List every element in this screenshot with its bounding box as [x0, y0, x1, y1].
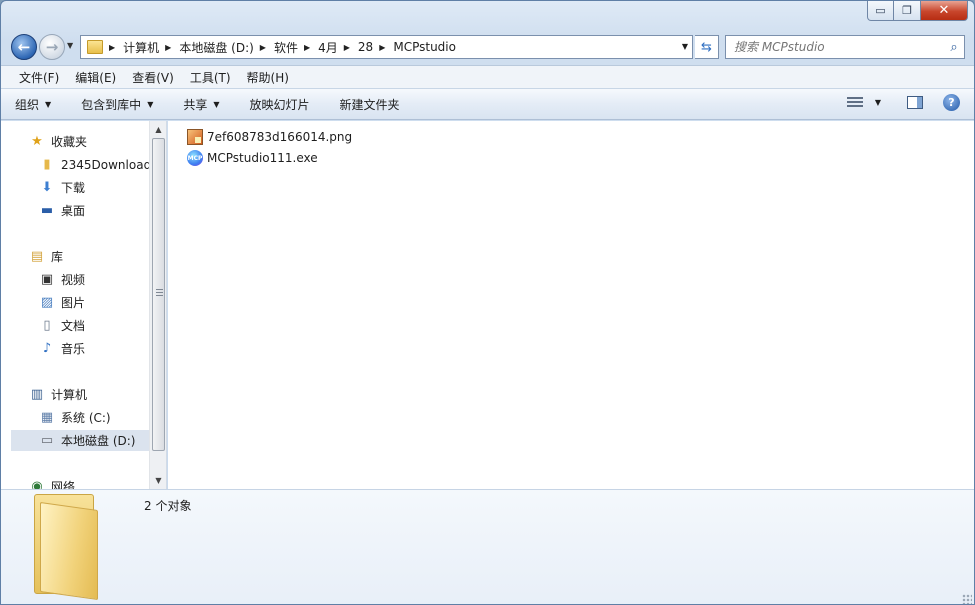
nav-scrollbar[interactable]: ▲ ▼ [149, 121, 166, 489]
folder-icon [87, 40, 103, 54]
breadcrumb-item[interactable]: 计算机 ▶ [123, 39, 179, 56]
document-icon: ▯ [43, 318, 51, 333]
address-dropdown-icon[interactable]: ▼ [682, 42, 688, 51]
recent-pages-dropdown[interactable]: ▼ [67, 41, 73, 50]
refresh-icon: ⇆ [701, 39, 712, 55]
caption-buttons: ▭ ❐ ✕ [867, 1, 968, 21]
nav-favorites[interactable]: ★ 收藏夹 [29, 131, 87, 152]
scroll-up-icon[interactable]: ▲ [150, 121, 166, 138]
details-pane: 2 个对象 [1, 489, 974, 604]
minimize-icon: ▭ [875, 4, 886, 17]
network-icon: ◉ [31, 479, 43, 489]
library-icon: ▤ [30, 249, 44, 264]
view-options-dropdown-icon[interactable]: ▼ [875, 98, 881, 107]
back-button[interactable]: ← [11, 34, 37, 60]
file-list[interactable]: 7ef608783d166014.png MCP MCPstudio111.ex… [168, 121, 974, 489]
new-folder-button[interactable]: 新建文件夹 [340, 96, 400, 113]
search-box[interactable]: ⌕ [725, 35, 965, 59]
preview-pane-icon[interactable] [907, 96, 923, 109]
address-bar[interactable]: ▶ 计算机 ▶ 本地磁盘 (D:) ▶ 软件 ▶ 4月 ▶ 28 ▶ MCPstudio … [80, 35, 693, 59]
list-item[interactable]: MCP MCPstudio111.exe [187, 148, 318, 168]
grip-icon [156, 289, 163, 297]
breadcrumb-item[interactable]: 本地磁盘 (D:) ▶ [179, 39, 274, 56]
breadcrumb-item[interactable]: 28 ▶ [358, 40, 393, 54]
search-input[interactable] [726, 40, 944, 54]
menu-bar: 文件(F) 编辑(E) 查看(V) 工具(T) 帮助(H) [1, 65, 974, 89]
explorer-window: ▭ ❐ ✕ ← → ▼ ▶ 计算机 ▶ 本地磁盘 (D:) ▶ 软件 ▶ 4月 ▶ 28… [0, 0, 975, 605]
desktop-icon: ▬ [40, 203, 54, 218]
navigation-pane: ★ 收藏夹 ▮ 2345Downloads ⬇ 下载 ▬ 桌面 ▤ 库 ▣ 视频 ▨ 图片 ▯… [1, 121, 167, 489]
nav-item-videos[interactable]: ▣ 视频 [39, 269, 85, 290]
slideshow-button[interactable]: 放映幻灯片 [250, 96, 310, 113]
maximize-icon: ❐ [902, 4, 912, 17]
nav-network[interactable]: ◉ 网络 [29, 476, 75, 489]
chevron-down-icon: ▼ [213, 99, 220, 109]
scroll-down-icon[interactable]: ▼ [150, 472, 166, 489]
menu-view[interactable]: 查看(V) [124, 69, 182, 86]
music-note-icon: ♪ [42, 341, 52, 356]
view-controls: ▼ ? [846, 94, 960, 111]
nav-item-downloads-2345[interactable]: ▮ 2345Downloads [39, 154, 157, 175]
menu-tools[interactable]: 工具(T) [182, 69, 239, 86]
star-icon: ★ [31, 134, 43, 149]
breadcrumb-item[interactable]: 软件 ▶ [274, 39, 318, 56]
menu-file[interactable]: 文件(F) [11, 69, 67, 86]
minimize-button[interactable]: ▭ [867, 1, 894, 21]
scroll-thumb[interactable] [152, 138, 165, 451]
picture-icon: ▨ [40, 295, 54, 310]
refresh-button[interactable]: ⇆ [695, 35, 719, 59]
breadcrumb-current[interactable]: MCPstudio [393, 40, 456, 54]
command-bar: 组织 ▼ 包含到库中 ▼ 共享 ▼ 放映幻灯片 新建文件夹 ▼ ? [1, 89, 974, 120]
forward-arrow-icon: → [45, 38, 59, 56]
nav-item-downloads[interactable]: ⬇ 下载 [39, 177, 85, 198]
chevron-down-icon: ▼ [147, 99, 154, 109]
close-icon: ✕ [938, 3, 950, 18]
back-arrow-icon: ← [17, 38, 31, 56]
maximize-button[interactable]: ❐ [894, 1, 921, 21]
list-item[interactable]: 7ef608783d166014.png [187, 127, 352, 147]
organize-button[interactable]: 组织 ▼ [15, 96, 51, 113]
nav-item-documents[interactable]: ▯ 文档 [39, 315, 85, 336]
navigation-row: ← → ▼ ▶ 计算机 ▶ 本地磁盘 (D:) ▶ 软件 ▶ 4月 ▶ 28 ▶ MCPs… [1, 31, 974, 61]
mcp-exe-icon: MCP [187, 150, 203, 166]
menu-edit[interactable]: 编辑(E) [67, 69, 124, 86]
include-in-library-button[interactable]: 包含到库中 ▼ [81, 96, 153, 113]
breadcrumb-root-arrow[interactable]: ▶ [109, 43, 123, 52]
png-image-icon [187, 129, 203, 145]
close-button[interactable]: ✕ [921, 1, 968, 21]
forward-button[interactable]: → [39, 34, 65, 60]
menu-help[interactable]: 帮助(H) [239, 69, 297, 86]
resize-grip[interactable] [962, 594, 972, 604]
help-icon[interactable]: ? [943, 94, 960, 111]
breadcrumb-item[interactable]: 4月 ▶ [318, 39, 358, 56]
nav-item-music[interactable]: ♪ 音乐 [39, 338, 85, 359]
nav-item-drive-c[interactable]: ▦ 系统 (C:) [39, 407, 111, 428]
large-folder-icon [34, 494, 100, 601]
system-drive-icon: ▦ [40, 410, 54, 425]
chevron-down-icon: ▼ [45, 99, 52, 109]
share-button[interactable]: 共享 ▼ [183, 96, 219, 113]
folder-icon: ▮ [43, 157, 51, 172]
nav-computer[interactable]: ▥ 计算机 [29, 384, 87, 405]
nav-libraries[interactable]: ▤ 库 [29, 246, 63, 267]
nav-item-desktop[interactable]: ▬ 桌面 [39, 200, 85, 221]
download-folder-icon: ⬇ [41, 180, 53, 195]
search-icon[interactable]: ⌕ [944, 40, 964, 55]
video-icon: ▣ [40, 272, 54, 287]
change-view-icon[interactable] [846, 96, 863, 109]
drive-icon: ▭ [40, 433, 54, 448]
nav-item-drive-d[interactable]: ▭ 本地磁盘 (D:) [11, 430, 149, 451]
computer-icon: ▥ [30, 387, 44, 402]
nav-item-pictures[interactable]: ▨ 图片 [39, 292, 85, 313]
item-count: 2 个对象 [144, 499, 192, 513]
